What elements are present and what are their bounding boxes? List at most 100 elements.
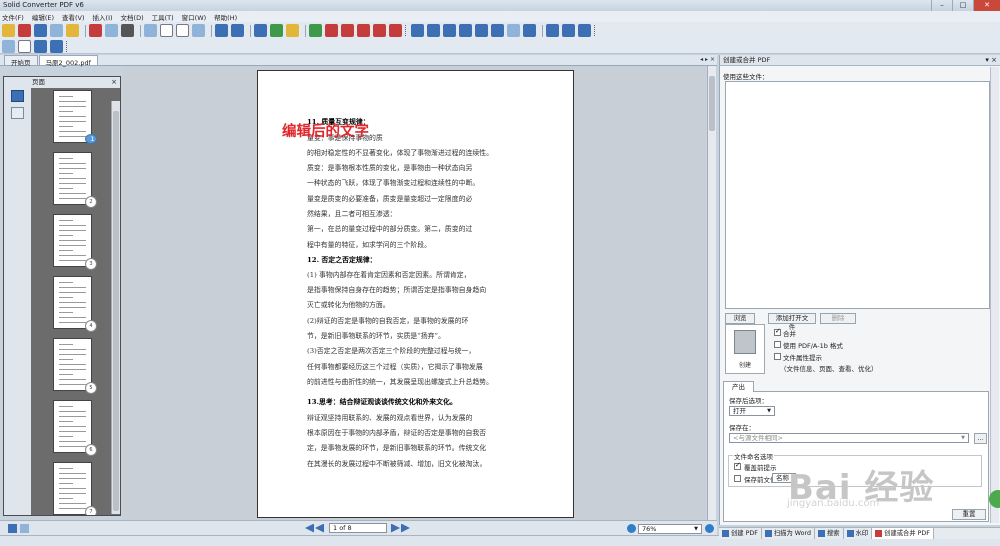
after-save-select[interactable]: 打开 ▼ [729, 406, 775, 416]
to-word-icon[interactable] [325, 24, 338, 37]
first-page-button[interactable] [305, 523, 314, 533]
fit-page-icon[interactable] [475, 24, 488, 37]
merge-checkbox[interactable] [774, 327, 781, 336]
maximize-button[interactable]: □ [952, 0, 973, 11]
tab-create-pdf[interactable]: 创建 PDF [719, 528, 762, 539]
delete-icon[interactable] [192, 24, 205, 37]
zoom-out-icon[interactable] [427, 24, 440, 37]
last-page-icon[interactable] [562, 24, 575, 37]
floating-action-icon[interactable] [989, 490, 1000, 508]
open-icon[interactable] [2, 24, 15, 37]
undo-icon[interactable] [89, 24, 102, 37]
save-in-select[interactable]: <与源文件相同> ▼ [729, 433, 969, 443]
create-pdf-icon[interactable] [18, 24, 31, 37]
last-page-button[interactable] [401, 523, 410, 533]
tab-document[interactable]: 马原2_002.pdf [38, 55, 98, 67]
page-number-badge: 2 [85, 196, 97, 208]
toolbar-grip[interactable] [405, 25, 408, 36]
menu-document[interactable]: 文档(D) [121, 12, 144, 22]
to-excel-icon[interactable] [341, 24, 354, 37]
convert-icon[interactable] [270, 24, 283, 37]
pointer-icon[interactable] [18, 39, 31, 53]
tab-output[interactable]: 产出 [723, 381, 754, 392]
fit-width-icon[interactable] [459, 24, 472, 37]
save-as-checkbox[interactable] [734, 475, 741, 482]
tab-search[interactable]: 搜索 [815, 528, 844, 539]
menu-edit[interactable]: 编辑(E) [32, 12, 54, 22]
bookmarks-icon[interactable] [11, 107, 24, 119]
close-button[interactable]: ✕ [973, 0, 1000, 11]
copy-icon[interactable] [160, 24, 173, 37]
tab-create-merge[interactable]: 创建或合并 PDF [872, 528, 934, 539]
export-icon[interactable] [50, 39, 63, 53]
continuous-page-icon[interactable] [231, 24, 244, 37]
edit-text-icon[interactable] [34, 39, 47, 53]
minimize-button[interactable]: – [931, 0, 952, 11]
to-text-icon[interactable] [389, 24, 402, 37]
zoom-in-icon[interactable] [411, 24, 424, 37]
pages-panel-title: 页面 [32, 78, 45, 86]
prev-page-button[interactable] [315, 523, 324, 533]
toolbar-grip[interactable] [66, 40, 69, 52]
zoom-out-button[interactable] [627, 524, 636, 533]
to-html-icon[interactable] [373, 24, 386, 37]
toolbar-separator [211, 24, 212, 37]
menu-help[interactable]: 帮助(H) [214, 12, 237, 22]
page-number-badge: 3 [85, 258, 97, 270]
panel-scrollbar[interactable] [990, 67, 999, 523]
save-in-label: 保存在： [729, 424, 755, 432]
redo-icon[interactable] [105, 24, 118, 37]
print-preview-icon[interactable] [66, 24, 79, 37]
close-icon[interactable]: × [111, 77, 117, 88]
layout-icon[interactable] [8, 524, 17, 533]
menu-insert[interactable]: 插入(I) [93, 12, 113, 22]
first-page-icon[interactable] [546, 24, 559, 37]
single-page-icon[interactable] [215, 24, 228, 37]
browse-button[interactable]: 浏览 [725, 313, 755, 324]
page-layout-icon[interactable] [578, 24, 591, 37]
close-icon[interactable]: ▾ × [985, 55, 997, 66]
document-scrollbar[interactable] [707, 66, 716, 520]
next-page-button[interactable] [391, 523, 400, 533]
text-select-icon[interactable] [2, 39, 15, 53]
add-open-files-button[interactable]: 添加打开文件 [768, 313, 816, 331]
pdfa-icon[interactable] [286, 24, 299, 37]
tab-watermark[interactable]: 水印 [844, 528, 873, 539]
menu-tools[interactable]: 工具(T) [152, 12, 174, 22]
tab-start-page[interactable]: 开始页 [4, 55, 38, 67]
magnifier-icon[interactable] [507, 24, 520, 37]
pdfa-checkbox[interactable] [774, 341, 781, 348]
thumbnail-scrollbar[interactable] [111, 101, 120, 514]
pages-icon[interactable] [11, 90, 24, 102]
tab-scroll-arrows[interactable]: ◂ ▸ × [700, 56, 715, 63]
zoom-in-button[interactable] [705, 524, 714, 533]
to-powerpoint-icon[interactable] [357, 24, 370, 37]
save-icon[interactable] [34, 24, 47, 37]
file-list[interactable] [725, 81, 990, 309]
find-icon[interactable] [121, 24, 134, 37]
menu-view[interactable]: 查看(V) [62, 12, 85, 22]
tab-scan-to-word[interactable]: 扫描为 Word [762, 528, 815, 539]
print-icon[interactable] [50, 24, 63, 37]
cut-icon[interactable] [144, 24, 157, 37]
create-button[interactable]: 创建 [725, 324, 765, 374]
fit-visible-icon[interactable] [491, 24, 504, 37]
create-label: 创建 [738, 362, 751, 369]
file-properties-checkbox[interactable] [774, 353, 781, 360]
edited-text-overlay[interactable]: 编辑后的文字 [282, 120, 369, 141]
menu-file[interactable]: 文件(F) [2, 12, 24, 22]
validate-icon[interactable] [309, 24, 322, 37]
menu-window[interactable]: 窗口(W) [182, 12, 207, 22]
delete-button[interactable]: 删除 [820, 313, 856, 324]
actual-size-icon[interactable] [443, 24, 456, 37]
rotate-icon[interactable] [523, 24, 536, 37]
page-number-field[interactable]: 1 of 8 [329, 523, 387, 533]
paste-icon[interactable] [176, 24, 189, 37]
scan-icon[interactable] [254, 24, 267, 37]
browse-folder-button[interactable]: ... [974, 433, 987, 444]
reset-button[interactable]: 重置 [952, 509, 986, 520]
overwrite-checkbox[interactable] [734, 461, 741, 470]
toolbar-grip[interactable] [594, 25, 597, 36]
zoom-select[interactable]: 76% ▼ [638, 524, 702, 534]
grid-icon[interactable] [20, 524, 29, 533]
